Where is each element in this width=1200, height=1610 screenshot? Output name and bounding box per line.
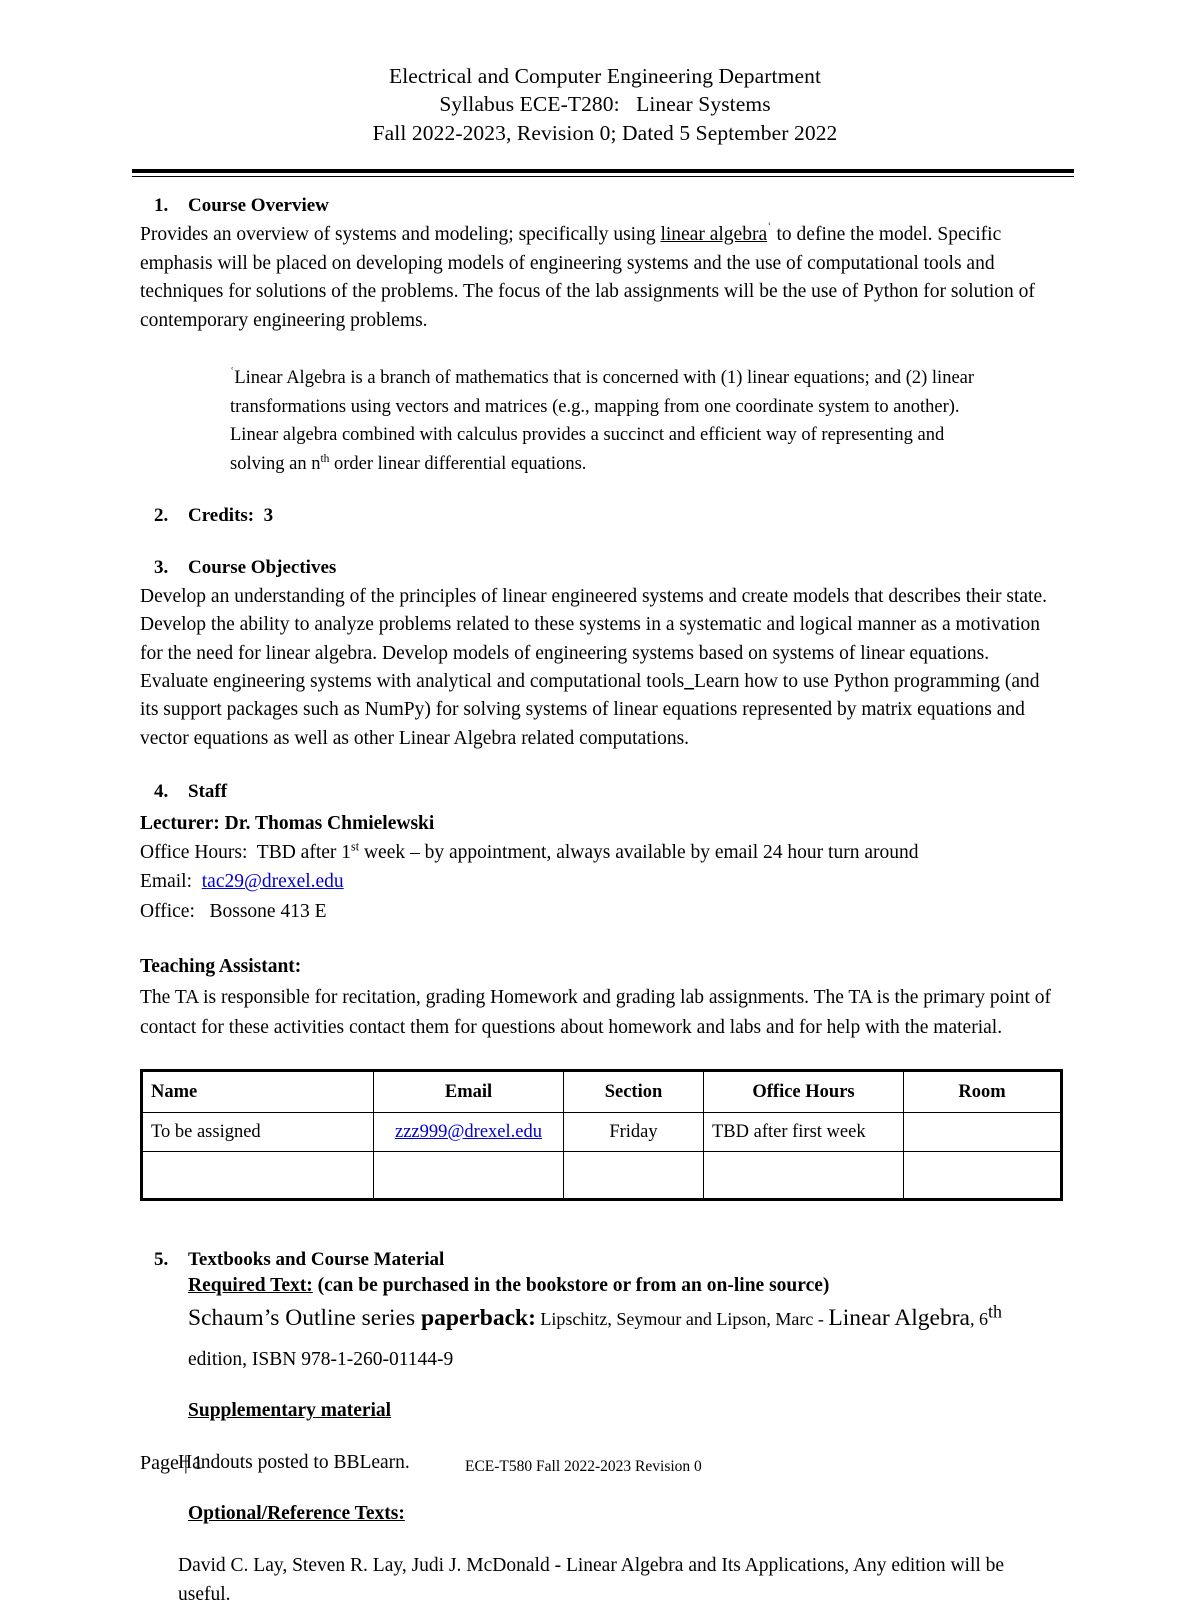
book-authors: Lipschitz, Seymour and Lipson, Marc - bbox=[535, 1309, 829, 1330]
page-indicator: Page | 1 bbox=[140, 1452, 203, 1475]
header-line-term: Fall 2022-2023, Revision 0; Dated 5 Sept… bbox=[372, 120, 838, 145]
lecturer-email-link[interactable]: tac29@drexel.edu bbox=[202, 871, 344, 892]
section-heading-staff: 4. Staff bbox=[154, 781, 1070, 803]
required-text-line: Required Text: (can be purchased in the … bbox=[188, 1275, 1070, 1297]
section-title: Staff bbox=[188, 780, 228, 802]
course-overview-paragraph: Provides an overview of systems and mode… bbox=[140, 221, 1055, 336]
table-row: To be assigned zzz999@drexel.edu Friday … bbox=[141, 1112, 1062, 1153]
supplementary-material-label: Supplementary material bbox=[188, 1399, 392, 1421]
page-separator: | bbox=[183, 1452, 188, 1474]
supplementary-heading-row: Supplementary material bbox=[188, 1400, 1070, 1422]
book-edition-number: , 6 bbox=[969, 1309, 988, 1330]
page-label: Page bbox=[140, 1452, 179, 1474]
book-edition-ordinal: th bbox=[987, 1301, 1002, 1322]
section-heading-course-overview: 1. Course Overview bbox=[154, 195, 1070, 217]
footer-course-info: ECE-T580 Fall 2022-2023 Revision 0 bbox=[465, 1458, 702, 1475]
optional-heading-row: Optional/Reference Texts: bbox=[188, 1503, 1070, 1525]
optional-reference-texts-text: David C. Lay, Steven R. Lay, Judi J. McD… bbox=[178, 1555, 1005, 1606]
cell-ta-email: zzz999@drexel.edu bbox=[373, 1112, 564, 1153]
cell-ta-office-hours bbox=[703, 1151, 904, 1201]
cell-ta-room bbox=[903, 1151, 1062, 1201]
cell-ta-name: To be assigned bbox=[141, 1112, 374, 1153]
optional-reference-texts-label: Optional/Reference Texts: bbox=[188, 1503, 405, 1525]
column-header-office-hours: Office Hours bbox=[703, 1070, 904, 1114]
cell-ta-section bbox=[563, 1151, 704, 1201]
section-title: Course Overview bbox=[188, 195, 329, 217]
section-heading-course-objectives: 3. Course Objectives bbox=[154, 557, 1070, 579]
header-line-department: Electrical and Computer Engineering Depa… bbox=[388, 64, 822, 88]
office-hours-prefix: Office Hours: TBD after 1 bbox=[140, 842, 352, 864]
section-number: 1. bbox=[154, 195, 169, 217]
ta-email-link[interactable]: zzz999@drexel.edu bbox=[395, 1122, 542, 1142]
column-header-email: Email bbox=[373, 1070, 564, 1114]
required-book-citation: Schaum’s Outline series paperback: Lipsc… bbox=[188, 1301, 1070, 1336]
section-number: 5. bbox=[154, 1249, 169, 1271]
section-number: 3. bbox=[154, 557, 169, 579]
teaching-assistant-heading: Teaching Assistant: bbox=[140, 955, 302, 977]
cell-ta-name bbox=[141, 1151, 374, 1201]
column-header-room: Room bbox=[903, 1070, 1062, 1114]
objectives-underscore: _ bbox=[684, 670, 694, 692]
required-book-isbn: edition, ISBN 978-1-260-01144-9 bbox=[188, 1348, 454, 1370]
lecturer-name: Lecturer: Dr. Thomas Chmielewski bbox=[140, 812, 435, 834]
office-hours-ordinal: st bbox=[351, 839, 360, 854]
section-title: Course Objectives bbox=[188, 557, 337, 579]
course-objectives-paragraph: Develop an understanding of the principl… bbox=[140, 583, 1055, 753]
cell-ta-section: Friday bbox=[563, 1112, 704, 1153]
teaching-assistant-table: Name Email Section Office Hours Room To … bbox=[140, 1069, 1063, 1202]
footnote-text-part2: order linear differential equations. bbox=[329, 454, 587, 475]
section-number: 4. bbox=[154, 780, 169, 802]
section-heading-textbooks: 5. Textbooks and Course Material bbox=[154, 1249, 1070, 1271]
overview-text-before-link: Provides an overview of systems and mode… bbox=[140, 224, 661, 246]
section-title: Credits: 3 bbox=[188, 505, 274, 527]
required-text-label: Required Text: bbox=[188, 1275, 313, 1297]
header-divider bbox=[132, 169, 1074, 178]
column-header-section: Section bbox=[563, 1070, 704, 1114]
book-format: paperback: bbox=[421, 1305, 536, 1332]
teaching-assistant-paragraph: The TA is responsible for recitation, gr… bbox=[140, 987, 1052, 1039]
document-page: Electrical and Computer Engineering Depa… bbox=[0, 0, 1200, 1605]
footnote-block: ʿLinear Algebra is a branch of mathemati… bbox=[230, 364, 1000, 479]
page-number: 1 bbox=[192, 1452, 203, 1474]
cell-ta-email bbox=[373, 1151, 564, 1201]
book-series: Schaum’s Outline series bbox=[188, 1305, 422, 1332]
email-label: Email: bbox=[140, 871, 202, 893]
lecturer-office: Office: Bossone 413 E bbox=[140, 900, 327, 922]
table-row bbox=[141, 1151, 1062, 1201]
book-title: Linear Algebra bbox=[828, 1305, 970, 1332]
lecturer-email-row: Email: tac29@drexel.edu bbox=[140, 867, 1070, 896]
lecturer-office-hours: Office Hours: TBD after 1st week – by ap… bbox=[140, 838, 1070, 867]
section-number: 2. bbox=[154, 505, 169, 527]
cell-ta-office-hours: TBD after first week bbox=[703, 1112, 904, 1153]
cell-ta-room bbox=[903, 1112, 1062, 1153]
header-line-syllabus: Syllabus ECE-T280: Linear Systems bbox=[439, 92, 771, 117]
required-text-note: (can be purchased in the bookstore or fr… bbox=[312, 1275, 830, 1297]
section-title: Textbooks and Course Material bbox=[188, 1249, 445, 1271]
column-header-name: Name bbox=[141, 1070, 374, 1114]
office-hours-suffix: week – by appointment, always available … bbox=[359, 842, 919, 864]
document-header: Electrical and Computer Engineering Depa… bbox=[140, 62, 1070, 147]
table-header-row: Name Email Section Office Hours Room bbox=[141, 1070, 1062, 1114]
linear-algebra-footnote-link: linear algebra bbox=[660, 224, 768, 246]
section-heading-credits: 2. Credits: 3 bbox=[154, 505, 1070, 527]
